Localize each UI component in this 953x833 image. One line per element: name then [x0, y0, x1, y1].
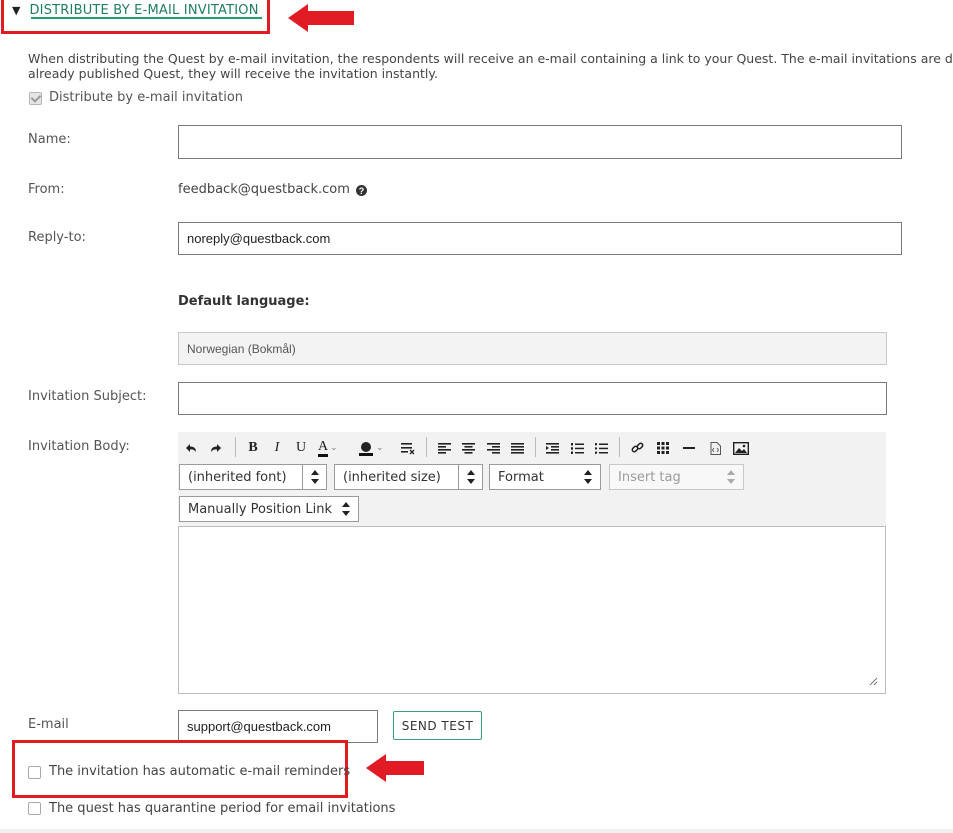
horizontal-line-icon[interactable] [681, 438, 697, 458]
align-center-icon[interactable] [460, 438, 476, 458]
help-icon[interactable]: ? [356, 185, 367, 196]
bottom-divider [0, 829, 953, 833]
bulleted-list-icon[interactable] [593, 438, 609, 458]
link-position-select[interactable]: Manually Position Link [179, 496, 359, 522]
spinner-arrows-icon [719, 465, 743, 489]
undo-icon[interactable] [183, 438, 199, 458]
annotation-arrow-icon [366, 754, 424, 782]
italic-button[interactable]: I [269, 438, 285, 458]
source-code-icon[interactable] [707, 438, 723, 458]
font-select[interactable]: (inherited font) [179, 464, 327, 490]
section-description: When distributing the Quest by e-mail in… [28, 51, 953, 81]
align-right-icon[interactable] [485, 438, 501, 458]
chevron-down-icon: ⌄ [376, 443, 384, 453]
description-line-1: When distributing the Quest by e-mail in… [28, 51, 953, 66]
font-color-icon: A [318, 439, 329, 457]
clear-format-icon[interactable] [398, 438, 418, 458]
spinner-arrows-icon [334, 497, 358, 521]
reply-to-input[interactable]: noreply@questback.com [178, 222, 902, 255]
align-left-icon[interactable] [436, 438, 452, 458]
bold-button[interactable]: B [245, 438, 261, 458]
default-language-label: Default language: [178, 294, 310, 309]
invitation-body-label: Invitation Body: [28, 439, 130, 454]
email-label: E-mail [28, 717, 69, 732]
insert-tag-select[interactable]: Insert tag [609, 464, 744, 490]
reply-to-label: Reply-to: [28, 230, 86, 245]
send-test-button[interactable]: SEND TEST [393, 711, 482, 740]
chevron-down-icon: ⌄ [330, 443, 338, 453]
description-line-2: already published Quest, they will recei… [28, 66, 438, 81]
spinner-arrows-icon [458, 465, 482, 489]
indent-icon[interactable] [544, 438, 560, 458]
toolbar-separator [535, 437, 536, 457]
image-icon[interactable] [732, 438, 750, 458]
format-select-value: Format [498, 469, 544, 485]
insert-tag-select-value: Insert tag [618, 469, 681, 485]
size-select-value: (inherited size) [343, 469, 441, 485]
invitation-subject-input[interactable] [178, 382, 887, 415]
annotation-arrow-icon [288, 4, 354, 32]
invitation-subject-label: Invitation Subject: [28, 389, 147, 404]
default-language-field: Norwegian (Bokmål) [178, 332, 887, 365]
distribute-checkbox[interactable] [29, 92, 42, 105]
link-position-select-value: Manually Position Link [188, 501, 333, 517]
quarantine-checkbox[interactable] [28, 802, 41, 815]
email-test-input[interactable]: support@questback.com [178, 710, 378, 743]
invitation-body-editor[interactable] [178, 526, 886, 694]
format-select[interactable]: Format [489, 464, 601, 490]
reminders-label[interactable]: The invitation has automatic e-mail remi… [49, 764, 350, 779]
font-color-button[interactable]: A ⌄ [318, 438, 348, 458]
name-label: Name: [28, 132, 71, 147]
font-select-value: (inherited font) [188, 469, 287, 485]
resize-handle-icon[interactable] [868, 676, 878, 686]
toolbar-separator [426, 437, 427, 457]
from-value: feedback@questback.com [178, 182, 350, 197]
table-icon[interactable] [655, 438, 671, 458]
highlight-icon [359, 442, 373, 456]
name-input[interactable] [178, 125, 902, 159]
toolbar-separator [235, 437, 236, 457]
highlight-color-button[interactable]: ⌄ [358, 438, 388, 458]
redo-icon[interactable] [208, 438, 224, 458]
justify-icon[interactable] [509, 438, 525, 458]
annotation-box-header [1, 0, 270, 34]
reminders-checkbox[interactable] [28, 766, 41, 779]
spinner-arrows-icon [576, 465, 600, 489]
size-select[interactable]: (inherited size) [334, 464, 483, 490]
spinner-arrows-icon [302, 465, 326, 489]
distribute-checkbox-label[interactable]: Distribute by e-mail invitation [49, 90, 243, 105]
toolbar-separator [619, 437, 620, 457]
quarantine-label[interactable]: The quest has quarantine period for emai… [49, 801, 395, 816]
from-label: From: [28, 182, 65, 197]
link-icon[interactable] [629, 438, 645, 458]
underline-button[interactable]: U [293, 438, 309, 458]
numbered-list-icon[interactable] [569, 438, 585, 458]
